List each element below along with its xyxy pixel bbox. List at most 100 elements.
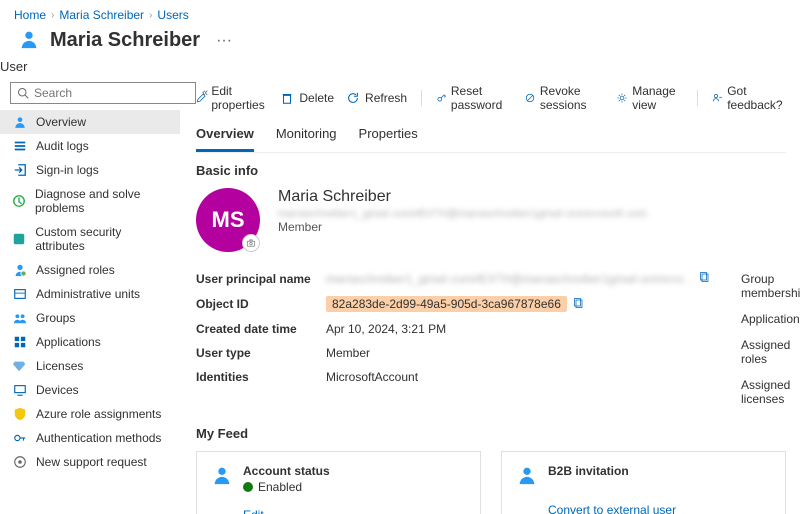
sidebar-item-label: Overview	[36, 115, 86, 129]
sidebar-item-signin-logs[interactable]: Sign-in logs	[0, 158, 180, 182]
person-icon	[211, 464, 233, 489]
page-title: Maria Schreiber	[50, 29, 200, 52]
label-identities: Identities	[196, 370, 326, 384]
sidebar-item-azure-roles[interactable]: Azure role assignments	[0, 402, 180, 426]
sidebar-item-label: Sign-in logs	[36, 163, 99, 177]
key-icon	[12, 431, 27, 445]
breadcrumb: Home › Maria Schreiber › Users	[0, 0, 800, 26]
person-icon	[18, 28, 40, 53]
edit-account-link[interactable]: Edit	[211, 508, 466, 514]
sidebar-item-applications[interactable]: Applications	[0, 330, 180, 354]
sidebar-item-label: New support request	[36, 455, 147, 469]
sidebar-item-licenses[interactable]: Licenses	[0, 354, 180, 378]
my-feed-heading: My Feed	[196, 426, 786, 441]
label-usertype: User type	[196, 346, 326, 360]
sidebar-item-devices[interactable]: Devices	[0, 378, 180, 402]
sidebar-item-label: Azure role assignments	[36, 407, 161, 421]
tab-properties[interactable]: Properties	[359, 120, 418, 152]
chevron-right-icon: ›	[51, 10, 54, 21]
person-icon	[516, 464, 538, 489]
breadcrumb-section[interactable]: Users	[157, 8, 188, 22]
edit-button[interactable]: Edit properties	[196, 84, 268, 112]
sidebar-item-new-support[interactable]: New support request	[0, 450, 180, 474]
avatar[interactable]: MS	[196, 188, 260, 252]
tab-overview[interactable]: Overview	[196, 120, 254, 152]
manage-view-button[interactable]: Manage view	[617, 84, 683, 112]
sidebar-item-audit-logs[interactable]: Audit logs	[0, 134, 180, 158]
card-title: B2B invitation	[548, 464, 629, 478]
value-identities[interactable]: MicrosoftAccount	[326, 370, 711, 384]
sidebar-item-label: Custom security attributes	[35, 225, 168, 253]
support-icon	[12, 455, 27, 469]
user-type-label: Member	[278, 220, 647, 234]
summary-panel: Group memberships3 Applications9 Assigne…	[741, 266, 800, 412]
convert-user-link[interactable]: Convert to external user	[516, 503, 771, 514]
status-enabled: Enabled	[258, 480, 302, 494]
summary-roles[interactable]: Assigned roles1	[741, 332, 800, 372]
sidebar-item-admin-units[interactable]: Administrative units	[0, 282, 180, 306]
summary-licenses[interactable]: Assigned licenses0	[741, 372, 800, 412]
shield-icon	[12, 407, 27, 421]
value-upn: mariaschreiber1_gmail.com#EXT#@mariaschr…	[326, 272, 693, 286]
value-object-id: 82a283de-2d99-49a5-905d-3ca967878e66	[326, 296, 567, 312]
person-icon	[12, 115, 27, 129]
search-icon	[17, 87, 29, 99]
label-upn: User principal name	[196, 272, 326, 286]
separator	[421, 90, 422, 106]
sidebar-item-diagnose[interactable]: Diagnose and solve problems	[0, 182, 180, 220]
label-created: Created date time	[196, 322, 326, 336]
sidebar-item-label: Applications	[36, 335, 101, 349]
search-input[interactable]	[34, 86, 189, 100]
delete-button[interactable]: Delete	[280, 91, 334, 105]
list-icon	[12, 139, 27, 153]
feedback-button[interactable]: Got feedback?	[712, 84, 786, 112]
toolbar: Edit properties Delete Refresh Reset pas…	[196, 80, 786, 120]
label-object-id: Object ID	[196, 297, 326, 311]
sidebar-item-attributes[interactable]: Custom security attributes	[0, 220, 180, 258]
refresh-button[interactable]: Refresh	[346, 91, 407, 105]
units-icon	[12, 287, 27, 301]
sidebar-item-label: Authentication methods	[36, 431, 161, 445]
basic-info-heading: Basic info	[196, 163, 786, 178]
sidebar: « Overview Audit logs Sign-in logs Diagn…	[0, 74, 180, 514]
summary-groups[interactable]: Group memberships3	[741, 266, 800, 306]
sidebar-item-auth-methods[interactable]: Authentication methods	[0, 426, 180, 450]
user-email-redacted: mariaschreiber1_gmail.com#EXT#@mariaschr…	[278, 208, 647, 220]
value-created: Apr 10, 2024, 3:21 PM	[326, 322, 711, 336]
copy-button[interactable]	[573, 297, 585, 312]
attributes-icon	[12, 232, 26, 246]
sidebar-item-label: Diagnose and solve problems	[35, 187, 168, 215]
card-title: Account status	[243, 464, 330, 478]
diagnose-icon	[12, 194, 26, 208]
sidebar-item-label: Devices	[36, 383, 79, 397]
signin-icon	[12, 163, 27, 177]
sidebar-item-groups[interactable]: Groups	[0, 306, 180, 330]
sidebar-item-overview[interactable]: Overview	[0, 110, 180, 134]
sidebar-item-assigned-roles[interactable]: Assigned roles	[0, 258, 180, 282]
main-content: Edit properties Delete Refresh Reset pas…	[180, 74, 800, 514]
license-icon	[12, 359, 27, 373]
sidebar-search[interactable]	[10, 82, 196, 104]
value-usertype: Member	[326, 346, 711, 360]
tab-monitoring[interactable]: Monitoring	[276, 120, 337, 152]
separator	[697, 90, 698, 106]
copy-button[interactable]	[699, 271, 711, 286]
sidebar-item-label: Administrative units	[36, 287, 140, 301]
sidebar-item-label: Audit logs	[36, 139, 89, 153]
revoke-sessions-button[interactable]: Revoke sessions	[525, 84, 605, 112]
more-options-button[interactable]: ···	[216, 32, 232, 50]
devices-icon	[12, 383, 27, 397]
camera-icon[interactable]	[242, 234, 260, 252]
row-created: Created date time Apr 10, 2024, 3:21 PM	[196, 317, 711, 341]
avatar-initials: MS	[212, 207, 245, 233]
sidebar-item-label: Assigned roles	[36, 263, 115, 277]
summary-apps[interactable]: Applications9	[741, 306, 800, 332]
user-display-name: Maria Schreiber	[278, 188, 647, 206]
roles-icon	[12, 263, 27, 277]
breadcrumb-home[interactable]: Home	[14, 8, 46, 22]
reset-password-button[interactable]: Reset password	[436, 84, 513, 112]
page-subtitle: User	[0, 59, 800, 74]
sidebar-item-label: Groups	[36, 311, 75, 325]
breadcrumb-entity[interactable]: Maria Schreiber	[59, 8, 144, 22]
row-object-id: Object ID 82a283de-2d99-49a5-905d-3ca967…	[196, 291, 711, 317]
